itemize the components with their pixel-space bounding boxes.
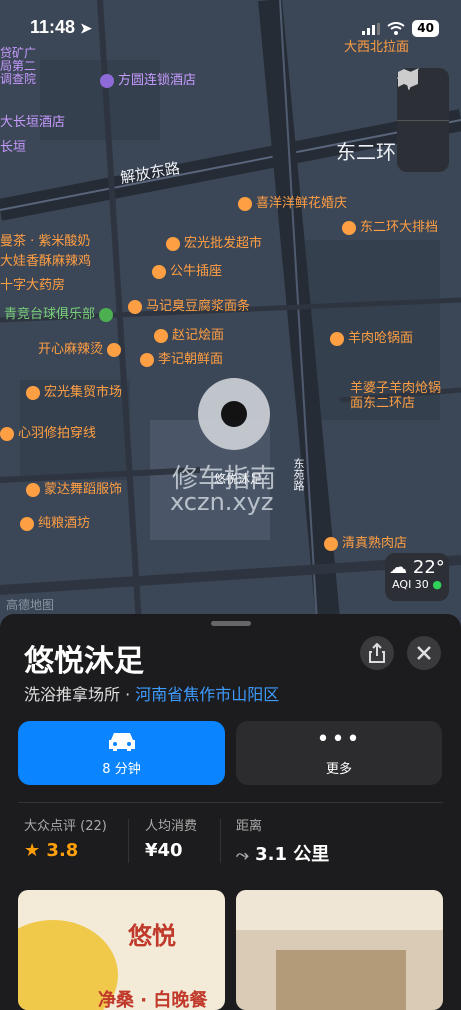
map-poi[interactable]: 十字大药房 (0, 274, 65, 293)
divider (220, 819, 221, 863)
rating-label: 大众点评 (22) (24, 819, 107, 834)
restaurant-icon (140, 352, 154, 367)
restaurant-icon (154, 328, 168, 343)
car-icon (108, 732, 135, 751)
map-poi[interactable]: 羊婆子羊肉炝锅面东二环店 (350, 381, 450, 411)
map-poi[interactable]: 心羽修拍穿线 (0, 422, 96, 441)
map-controls (397, 68, 449, 172)
share-button[interactable] (360, 636, 394, 670)
shop-icon (238, 196, 252, 211)
place-name: 悠悦沐足 (24, 644, 144, 679)
rating-stat: 大众点评 (22) ★ 3.8 (24, 815, 107, 861)
map-poi[interactable]: 大娃香酥麻辣鸡 (0, 250, 91, 269)
weather-widget[interactable]: ☁ 22° AQI 30 ● (385, 553, 449, 601)
hotel-icon (100, 73, 114, 88)
cellular-signal-icon (362, 22, 381, 35)
distance-value: 3.1 公里 (255, 844, 330, 865)
divider (18, 802, 443, 803)
share-icon (369, 643, 385, 663)
map-poi[interactable]: 长垣 (0, 136, 26, 155)
map-poi[interactable]: 纯粮酒坊 (20, 512, 90, 531)
map-poi[interactable]: 方圆连锁酒店 (100, 69, 196, 88)
interior-image (276, 950, 406, 1010)
restaurant-icon (342, 220, 356, 235)
close-icon (417, 646, 431, 660)
restaurant-icon (128, 299, 142, 314)
billiards-icon (99, 307, 114, 322)
map-poi[interactable]: 开心麻辣烫 (38, 338, 125, 357)
aqi-value: AQI 30 (392, 578, 429, 591)
place-photo[interactable]: 悠悦 净桑 · 白晚餐 (18, 890, 225, 1010)
directions-time: 8 分钟 (102, 761, 141, 777)
map-poi[interactable]: 马记臭豆腐浆面条 (128, 295, 250, 314)
shop-icon (20, 516, 34, 531)
road-label: 东苑路 (292, 458, 305, 491)
map-poi[interactable]: 清真熟肉店 (324, 532, 407, 551)
distance-stat: 距离 ⤳ 3.1 公里 (236, 815, 329, 866)
location-arrow-icon (397, 68, 419, 90)
ceiling-image (236, 890, 443, 930)
temperature: 22° (412, 557, 445, 578)
restaurant-icon (107, 342, 122, 357)
photo-caption: 净桑 · 白晚餐 (98, 990, 208, 1010)
distance-label: 距离 (236, 819, 263, 834)
map-poi[interactable]: 李记朝鲜面 (140, 348, 223, 367)
map-view[interactable]: 解放东路 东二环 东苑路 贷矿广 局第二 调查院 方圆连锁酒店 大长垣酒店 长垣… (0, 0, 461, 640)
sheet-grabber[interactable] (211, 621, 251, 626)
restaurant-icon (324, 536, 338, 551)
place-subtitle: 洗浴推拿场所 · 河南省焦作市山阳区 (24, 681, 279, 705)
shop-icon (0, 426, 14, 441)
route-icon: ⤳ (236, 845, 249, 864)
more-button[interactable]: ••• 更多 (236, 721, 442, 785)
map-poi[interactable]: 喜洋洋鲜花婚庆 (238, 192, 347, 211)
status-time: 11:48 ➤ (30, 17, 92, 37)
location-services-icon: ➤ (80, 20, 92, 36)
map-poi[interactable]: 赵记烩面 (154, 324, 224, 343)
map-poi[interactable]: 曼茶 · 紫米酸奶 (0, 230, 90, 249)
directions-button[interactable]: 8 分钟 (18, 721, 225, 785)
restaurant-icon (330, 331, 344, 346)
price-label: 人均消费 (145, 819, 198, 834)
map-attribution: 高德地图 (6, 598, 55, 612)
place-card: 悠悦沐足 洗浴推拿场所 · 河南省焦作市山阳区 8 分钟 ••• 更多 大众点评… (0, 614, 461, 1010)
close-button[interactable] (407, 636, 441, 670)
cloud-icon: ☁ (389, 557, 408, 578)
place-region-link[interactable]: 河南省焦作市山阳区 (135, 685, 279, 704)
map-poi[interactable]: 公牛插座 (152, 260, 222, 279)
shop-icon (166, 236, 180, 251)
price-value: ¥40 (145, 840, 183, 861)
star-icon: ★ (24, 840, 41, 861)
status-bar: 11:48 ➤ 40 (0, 0, 461, 56)
battery-indicator: 40 (412, 20, 439, 37)
shop-icon (152, 264, 166, 279)
map-poi[interactable]: 东二环大排档 (342, 216, 438, 235)
watermark: xczn.xyz (170, 488, 274, 516)
place-photo[interactable] (236, 890, 443, 1010)
wifi-icon (387, 22, 405, 35)
place-category: 洗浴推拿场所 (24, 685, 121, 704)
pin-dot-icon (221, 401, 247, 427)
divider (128, 819, 129, 863)
map-poi[interactable]: 宏光批发超市 (166, 232, 262, 251)
rating-value: 3.8 (46, 840, 79, 861)
map-poi[interactable]: 调查院 (0, 70, 36, 87)
locate-button[interactable] (397, 68, 449, 173)
map-poi[interactable]: 宏光集贸市场 (26, 381, 122, 400)
ellipsis-icon: ••• (316, 726, 362, 752)
map-poi[interactable]: 青竞台球俱乐部 (4, 303, 117, 322)
aqi-status-icon: ● (432, 578, 442, 591)
photo-brand-text: 悠悦 (128, 922, 176, 950)
market-icon (26, 385, 40, 400)
map-poi[interactable]: 羊肉呛锅面 (330, 327, 413, 346)
shop-icon (26, 482, 40, 497)
separator: · (120, 685, 136, 704)
more-label: 更多 (325, 761, 352, 777)
road-label: 东二环 (336, 140, 396, 164)
location-pin[interactable] (198, 378, 270, 450)
price-stat: 人均消费 ¥40 (145, 815, 197, 861)
map-poi[interactable]: 蒙达舞蹈服饰 (26, 478, 122, 497)
map-poi[interactable]: 大长垣酒店 (0, 111, 65, 130)
